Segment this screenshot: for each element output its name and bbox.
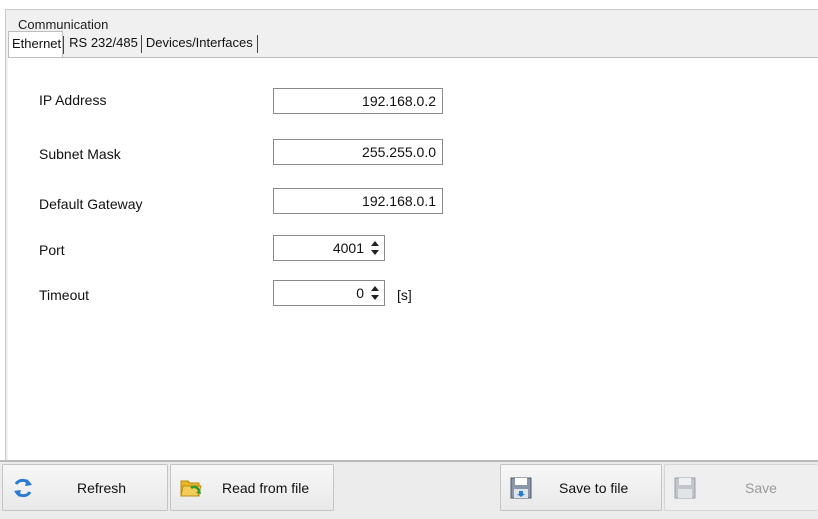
tab-devices-interfaces[interactable]: Devices/Interfaces [142, 31, 258, 57]
save-to-file-button[interactable]: Save to file [500, 464, 662, 511]
timeout-spinner[interactable] [273, 280, 385, 306]
port-label: Port [39, 242, 65, 258]
port-spinner[interactable] [273, 235, 385, 261]
ip-address-label: IP Address [39, 92, 107, 108]
refresh-label: Refresh [77, 480, 127, 496]
tab-label: Ethernet [12, 36, 62, 51]
spinner-arrows-icon[interactable] [368, 283, 382, 303]
tab-bar: Ethernet RS 232/485 Devices/Interfaces [8, 31, 258, 58]
spinner-arrows-icon[interactable] [368, 238, 382, 258]
tab-rs232-485[interactable]: RS 232/485 [63, 31, 142, 57]
ethernet-settings: IP Address Subnet Mask Default Gateway P… [8, 57, 818, 460]
tab-label: Devices/Interfaces [145, 35, 253, 50]
refresh-icon [14, 478, 32, 498]
save-label: Save [745, 480, 777, 496]
save-to-file-label: Save to file [559, 480, 629, 496]
timeout-input[interactable] [274, 281, 366, 305]
default-gateway-field[interactable] [273, 188, 443, 214]
open-folder-icon [180, 480, 202, 497]
read-from-file-label: Read from file [222, 480, 310, 496]
save-button[interactable]: Save [664, 464, 818, 511]
port-input[interactable] [274, 236, 366, 260]
read-from-file-button[interactable]: Read from file [170, 464, 334, 511]
ip-address-field[interactable] [273, 88, 443, 114]
tab-label: RS 232/485 [69, 35, 138, 50]
tab-separator [256, 35, 258, 53]
bottom-toolbar: Refresh Read from file Save to file Save [0, 460, 818, 519]
refresh-button[interactable]: Refresh [2, 464, 168, 511]
default-gateway-label: Default Gateway [39, 196, 143, 212]
floppy-disk-icon [674, 477, 696, 499]
save-to-file-icon [510, 477, 532, 499]
group-title: Communication [18, 17, 109, 32]
timeout-unit: [s] [397, 287, 412, 303]
tab-ethernet[interactable]: Ethernet [8, 31, 65, 58]
subnet-mask-field[interactable] [273, 139, 443, 165]
timeout-label: Timeout [39, 287, 90, 303]
subnet-mask-label: Subnet Mask [39, 146, 121, 162]
